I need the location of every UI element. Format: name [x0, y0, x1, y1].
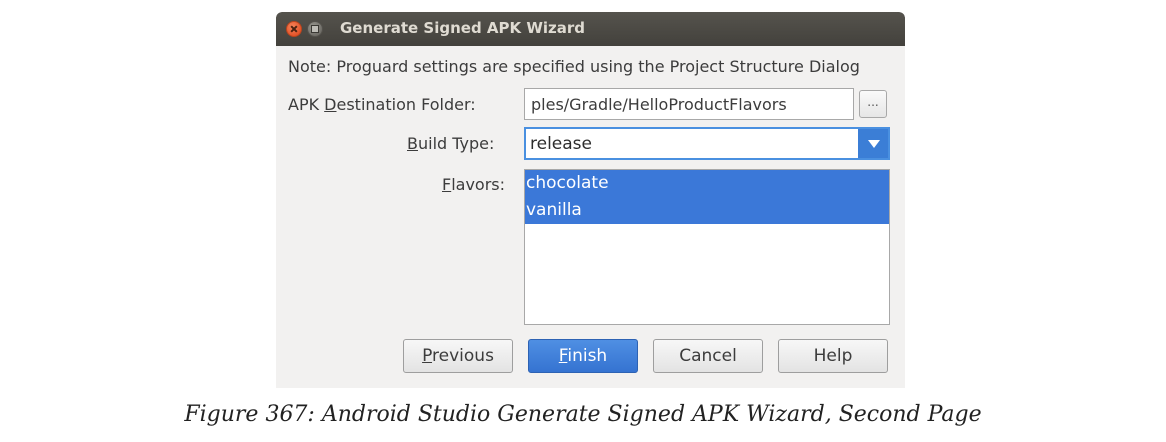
window-title: Generate Signed APK Wizard — [340, 19, 586, 37]
destination-folder-input[interactable] — [524, 88, 854, 120]
cancel-button[interactable]: Cancel — [653, 339, 763, 373]
destination-label-mnemonic: D — [324, 95, 337, 114]
flavors-label-mnemonic: F — [442, 175, 452, 194]
previous-mnemonic: P — [422, 346, 433, 366]
browse-folder-button[interactable]: ... — [859, 90, 887, 118]
finish-rest: inish — [567, 346, 608, 366]
destination-folder-label: APK Destination Folder: — [288, 95, 476, 114]
wizard-dialog: Generate Signed APK Wizard Note: Proguar… — [276, 12, 905, 388]
flavor-item-chocolate[interactable]: chocolate — [525, 170, 889, 197]
previous-rest: revious — [432, 346, 494, 366]
previous-button[interactable]: Previous — [403, 339, 513, 373]
build-type-label-mnemonic: B — [407, 134, 418, 153]
flavors-list[interactable]: chocolate vanilla — [524, 169, 890, 325]
close-window-icon[interactable] — [286, 21, 302, 37]
minimize-window-icon[interactable] — [307, 21, 323, 37]
chevron-down-icon[interactable] — [858, 129, 888, 158]
page: Generate Signed APK Wizard Note: Proguar… — [0, 0, 1166, 442]
proguard-note: Note: Proguard settings are specified us… — [288, 57, 860, 76]
figure-caption: Figure 367: Android Studio Generate Sign… — [184, 402, 982, 427]
build-type-label: Build Type: — [407, 134, 494, 153]
build-type-label-post: uild Type: — [417, 134, 495, 153]
flavors-label: Flavors: — [442, 175, 505, 194]
finish-button[interactable]: Finish — [528, 339, 638, 373]
destination-label-pre: APK — [288, 95, 325, 114]
flavors-label-post: lavors: — [451, 175, 506, 194]
title-bar[interactable]: Generate Signed APK Wizard — [276, 12, 905, 46]
help-button[interactable]: Help — [778, 339, 888, 373]
flavor-item-vanilla[interactable]: vanilla — [525, 197, 889, 224]
build-type-select[interactable]: release — [524, 127, 890, 160]
destination-label-post: estination Folder: — [336, 95, 476, 114]
build-type-value: release — [530, 134, 592, 154]
